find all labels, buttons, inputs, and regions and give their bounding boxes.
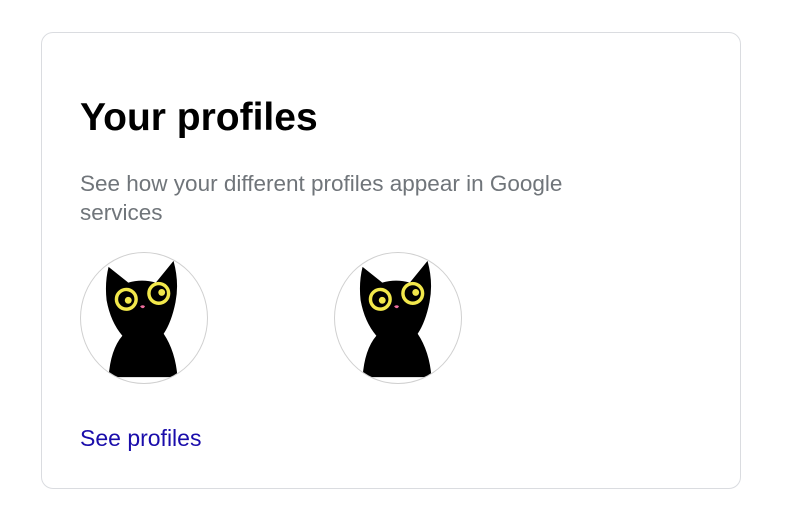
card-title: Your profiles: [80, 96, 318, 139]
profile-avatar-1[interactable]: [80, 252, 208, 384]
profiles-card: Your profiles See how your different pro…: [41, 32, 741, 489]
cat-avatar-icon: [359, 260, 432, 378]
cat-avatar-icon: [105, 260, 178, 378]
card-description: See how your different profiles appear i…: [80, 171, 563, 225]
see-profiles-link[interactable]: See profiles: [80, 424, 201, 452]
profile-avatar-2[interactable]: [334, 252, 462, 384]
profile-avatars: [80, 252, 480, 386]
